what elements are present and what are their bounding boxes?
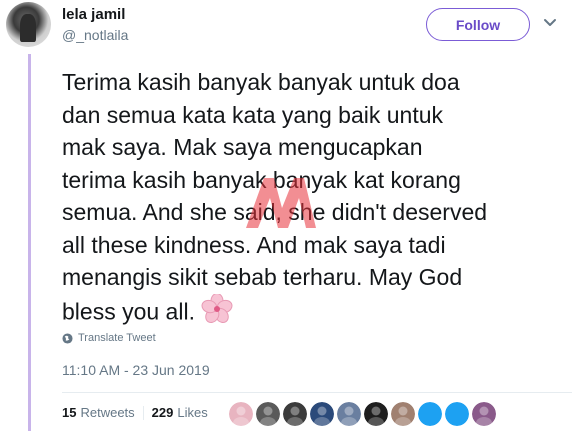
translate-tweet-link[interactable]: Translate Tweet (62, 332, 156, 344)
watermark-logo (246, 178, 316, 228)
likes-stat[interactable]: 229 Likes (152, 405, 208, 420)
liker-avatar[interactable] (283, 402, 307, 426)
liker-avatar[interactable] (391, 402, 415, 426)
translate-label[interactable]: Translate Tweet (78, 332, 156, 344)
tweet-stats: 15 Retweets 229 Likes (62, 405, 208, 420)
globe-icon (62, 332, 73, 344)
liker-avatar[interactable] (256, 402, 280, 426)
display-name[interactable]: lela jamil (62, 6, 125, 23)
likes-label: Likes (177, 405, 208, 420)
thread-line (28, 54, 31, 431)
liker-avatar[interactable] (472, 402, 496, 426)
likes-count: 229 (151, 405, 174, 420)
stats-separator (142, 405, 144, 420)
user-handle[interactable]: @_notlaila (62, 27, 128, 43)
retweets-count: 15 (62, 405, 77, 420)
follow-button[interactable]: Follow (426, 8, 530, 41)
chevron-down-icon[interactable] (543, 18, 557, 28)
liker-avatar[interactable] (310, 402, 334, 426)
divider (62, 392, 572, 393)
liker-avatar[interactable] (229, 402, 253, 426)
liker-avatar[interactable] (364, 402, 388, 426)
retweets-label: Retweets (80, 405, 135, 420)
liker-avatar[interactable] (445, 402, 469, 426)
cherry-blossom-icon (201, 292, 233, 333)
tweet-timestamp[interactable]: 11:10 AM - 23 Jun 2019 (62, 362, 210, 378)
retweets-stat[interactable]: 15 Retweets (62, 405, 135, 420)
avatar[interactable] (6, 2, 51, 47)
liker-avatars (229, 402, 499, 426)
liker-avatar[interactable] (337, 402, 361, 426)
liker-avatar[interactable] (418, 402, 442, 426)
